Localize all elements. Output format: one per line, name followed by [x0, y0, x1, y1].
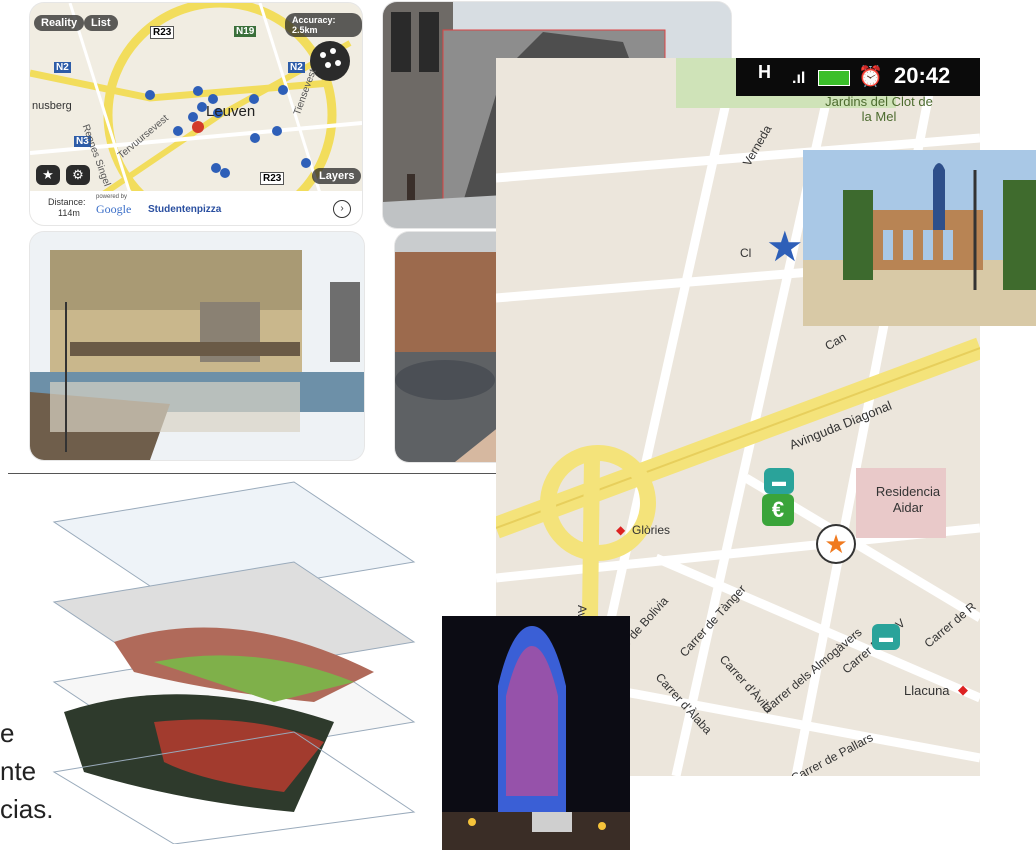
- bus-marker-icon[interactable]: ▬: [764, 468, 794, 494]
- alarm-icon: ⏰: [858, 66, 883, 88]
- powered-by: powered by: [96, 194, 128, 200]
- park-photo: [803, 150, 1036, 326]
- favorites-button[interactable]: ★: [36, 165, 60, 185]
- orange-star-icon[interactable]: ★: [818, 526, 854, 562]
- metro-glories: Glòries: [632, 523, 671, 537]
- painting-overlay-photo: [30, 232, 364, 460]
- accuracy-badge: Accuracy: 2.5km: [285, 13, 362, 37]
- distance-value: 114m: [58, 208, 80, 218]
- caption-line-1: e: [0, 718, 15, 748]
- status-time: 20:42: [894, 63, 951, 88]
- arcade-photo: [803, 150, 1036, 326]
- battery-icon: [818, 70, 850, 86]
- residence-label: Residencia Aidar: [875, 484, 941, 515]
- ar-app-screenshot: Reality List Accuracy: 2.5km R23 N19 N2 …: [30, 3, 362, 225]
- distance-label: Distance:: [48, 197, 86, 207]
- layer-stack: [52, 481, 416, 845]
- layers-button[interactable]: Layers: [312, 168, 362, 184]
- signal-icon: .ıl: [792, 70, 806, 87]
- metro-icon: ◆: [958, 682, 968, 697]
- road-label: R23: [150, 26, 175, 39]
- euro-marker-icon[interactable]: €: [762, 494, 794, 526]
- road-label: N2: [288, 62, 305, 73]
- painting-photo: [30, 232, 364, 460]
- poi-name: Studentenpizza: [148, 204, 222, 215]
- caption-line-2: nte: [0, 756, 37, 786]
- road-label: N19: [234, 26, 257, 37]
- star-marker-icon[interactable]: ★: [766, 226, 804, 268]
- metro-icon: ◆: [616, 523, 626, 537]
- gis-layers-diagram: [34, 472, 438, 845]
- road-label: N2: [54, 62, 71, 73]
- place-label: nusberg: [32, 100, 72, 112]
- chevron-right-icon[interactable]: ›: [333, 200, 351, 218]
- caption-line-3: cias.: [0, 794, 54, 824]
- metro-llacuna: Llacuna: [904, 683, 950, 698]
- street-label: Cl: [740, 246, 752, 260]
- agbar-tower: [442, 616, 630, 850]
- network-indicator: H: [758, 62, 771, 82]
- settings-button[interactable]: ⚙: [66, 165, 90, 185]
- tab-list[interactable]: List: [84, 15, 118, 31]
- city-label: Leuven: [206, 103, 256, 120]
- google-logo: Google: [96, 202, 132, 216]
- road-label: R23: [260, 172, 285, 185]
- bus-marker-icon[interactable]: ▬: [872, 624, 900, 650]
- park-label: Jardins del Clot de la Mel: [825, 94, 933, 124]
- tab-reality[interactable]: Reality: [34, 15, 85, 31]
- tower-night-photo: [442, 616, 630, 850]
